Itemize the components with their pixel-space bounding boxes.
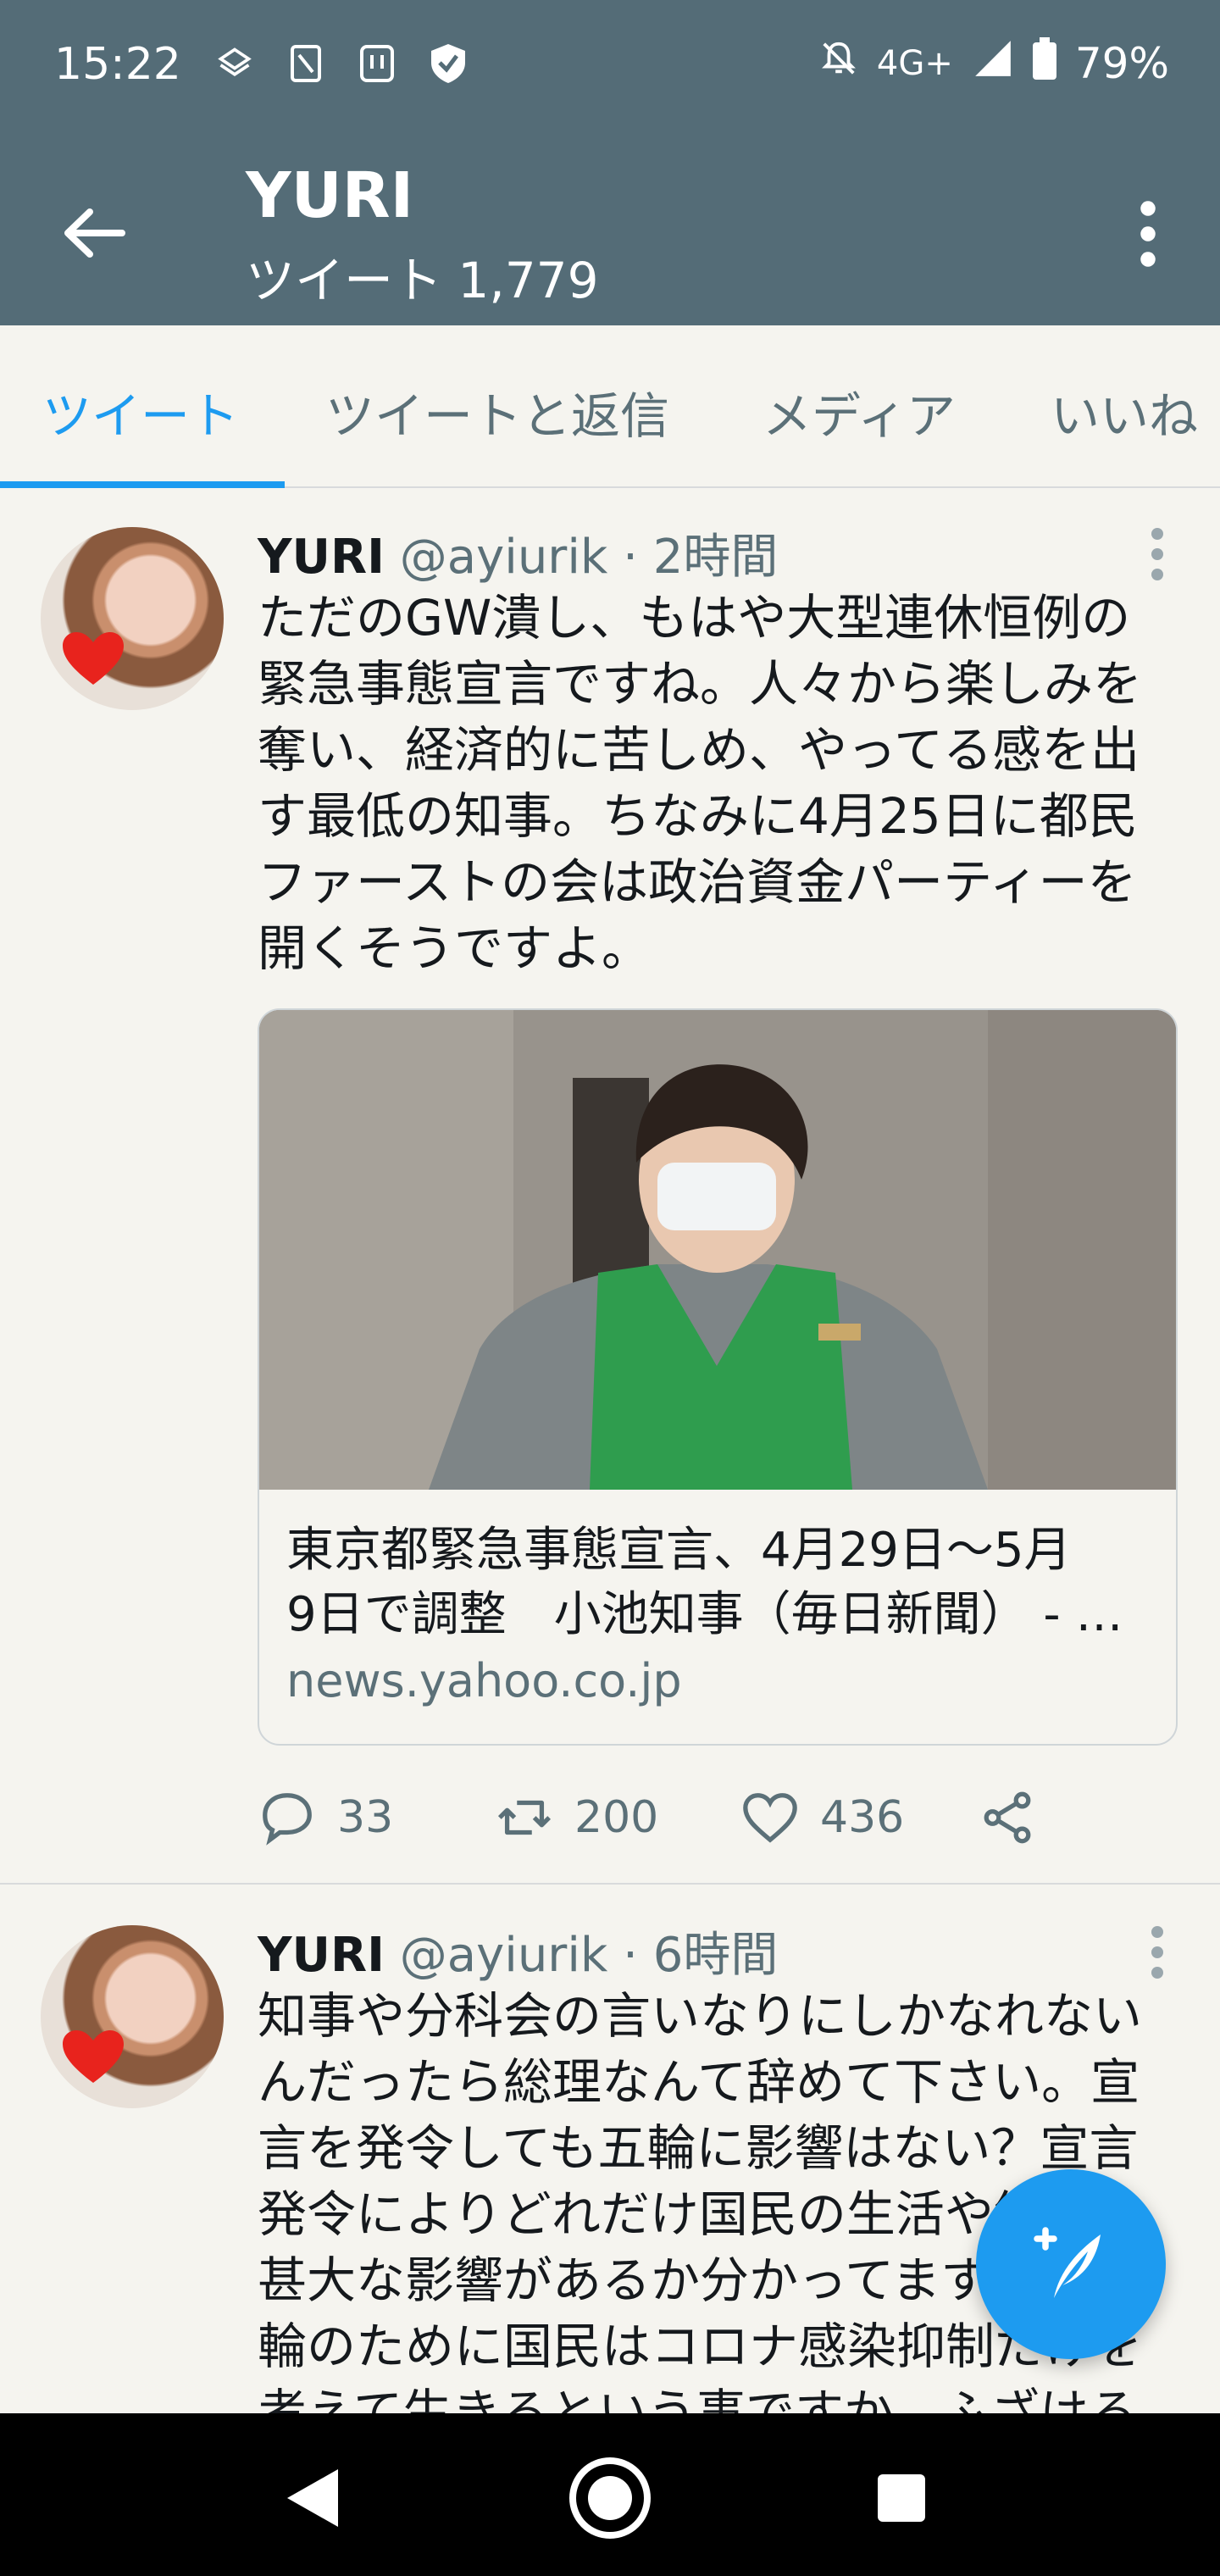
nav-recents-icon[interactable] xyxy=(859,2456,944,2540)
like-count: 436 xyxy=(820,1792,905,1843)
heart-icon xyxy=(743,1793,797,1843)
tweet-more-icon[interactable] xyxy=(1149,525,1166,585)
tweet-actions: 33 200 436 xyxy=(258,1788,1105,1856)
tweet-text-line: 緊急事態宣言ですね。人々から楽しみを xyxy=(258,655,1143,713)
archive-icon xyxy=(212,41,258,86)
battery-percent: 79% xyxy=(1074,39,1169,88)
link-title-line: 東京都緊急事態宣言、4月29日～5月 xyxy=(286,1523,1072,1578)
nav-home-icon[interactable] xyxy=(568,2456,652,2540)
status-right: 4G+ 79% xyxy=(819,37,1169,90)
battery-icon xyxy=(1032,37,1056,90)
avatar[interactable] xyxy=(41,527,224,710)
tweet-author-name: YURI xyxy=(258,530,385,585)
retweet-count: 200 xyxy=(574,1792,659,1843)
like-button[interactable]: 436 xyxy=(740,1788,904,1847)
signal-icon xyxy=(972,37,1014,90)
nav-back-icon[interactable] xyxy=(271,2456,356,2540)
compose-feather-icon xyxy=(1034,2227,1101,2298)
status-time: 15:22 xyxy=(54,39,181,90)
link-preview-image xyxy=(259,1010,1176,1490)
heart-sticker-icon xyxy=(63,632,124,685)
link-preview-title: 東京都緊急事態宣言、4月29日～5月 9日で調整 小池知事（毎日新聞） - … xyxy=(286,1518,1159,1647)
tweet-text-line: 言を発令しても五輪に影響はない？宣言 xyxy=(258,2119,1139,2177)
compose-tweet-button[interactable] xyxy=(976,2169,1166,2359)
active-tab-indicator xyxy=(0,481,285,488)
retweet-icon xyxy=(497,1800,552,1835)
link-preview-domain: news.yahoo.co.jp xyxy=(286,1654,682,1707)
back-arrow-icon[interactable] xyxy=(61,203,129,263)
more-vert-icon[interactable] xyxy=(1127,200,1169,268)
tweet-header: YURI @ayiurik · 2時間 xyxy=(258,519,778,587)
profile-name: YURI xyxy=(246,159,414,232)
tweet-text: ただのGW潰し、もはや大型連休恒例の 緊急事態宣言ですね。人々から楽しみを 奪い… xyxy=(258,585,1181,981)
tweet-header: YURI @ayiurik · 6時間 xyxy=(258,1917,778,1985)
tweet-text-line: 奪い、経済的に苦しめ、やってる感を出 xyxy=(258,721,1140,779)
notification-icons xyxy=(212,41,471,86)
sim-icon xyxy=(283,41,329,86)
tab-likes[interactable]: いいね xyxy=(1051,376,1198,447)
reply-icon xyxy=(263,1793,312,1846)
heart-sticker-icon xyxy=(63,2030,124,2083)
app-bar: YURI ツイート 1,779 xyxy=(0,136,1220,325)
avatar[interactable] xyxy=(41,1925,224,2108)
tweet-text-line: ファーストの会は政治資金パーティーを xyxy=(258,853,1137,911)
reply-count: 33 xyxy=(337,1792,394,1843)
tab-tweets[interactable]: ツイート xyxy=(42,376,239,447)
share-button[interactable] xyxy=(978,1788,1037,1847)
tweet-text-line: す最低の知事。ちなみに4月25日に都民 xyxy=(258,787,1138,845)
shield-icon xyxy=(425,41,471,86)
tweet-divider xyxy=(0,1883,1220,1885)
retweet-button[interactable]: 200 xyxy=(495,1788,658,1847)
tweet-text-line: ただのGW潰し、もはや大型連休恒例の xyxy=(258,589,1131,647)
profile-tabs: ツイート ツイートと返信 メディア いいね xyxy=(0,325,1220,488)
tab-tweets-and-replies[interactable]: ツイートと返信 xyxy=(325,376,669,447)
link-title-line: 9日で調整 小池知事（毎日新聞） - … xyxy=(286,1587,1123,1642)
tweet-text-line: 開くそうですよ。 xyxy=(258,919,652,977)
system-nav-bar xyxy=(0,2413,1220,2576)
tweet-author-name: YURI xyxy=(258,1928,385,1983)
network-type: 4G+ xyxy=(876,44,953,83)
reply-button[interactable]: 33 xyxy=(258,1788,393,1847)
link-preview-card[interactable]: 東京都緊急事態宣言、4月29日～5月 9日で調整 小池知事（毎日新聞） - … … xyxy=(258,1008,1178,1746)
status-bar: 15:22 4G+ 79% xyxy=(0,0,1220,136)
hands-icon xyxy=(354,41,400,86)
tweet-meta: @ayiurik · 2時間 xyxy=(399,530,779,585)
tweet-more-icon[interactable] xyxy=(1149,1924,1166,1983)
share-icon xyxy=(984,1791,1031,1844)
tweet-text-line: んだったら総理なんて辞めて下さい。宣 xyxy=(258,2053,1140,2111)
tweet-count: ツイート 1,779 xyxy=(246,252,599,309)
bell-off-icon xyxy=(819,39,858,88)
tab-media[interactable]: メディア xyxy=(762,376,956,447)
tweet-meta: @ayiurik · 6時間 xyxy=(399,1928,779,1983)
tweet-text-line: 知事や分科会の言いなりにしかなれない xyxy=(258,1987,1143,2045)
